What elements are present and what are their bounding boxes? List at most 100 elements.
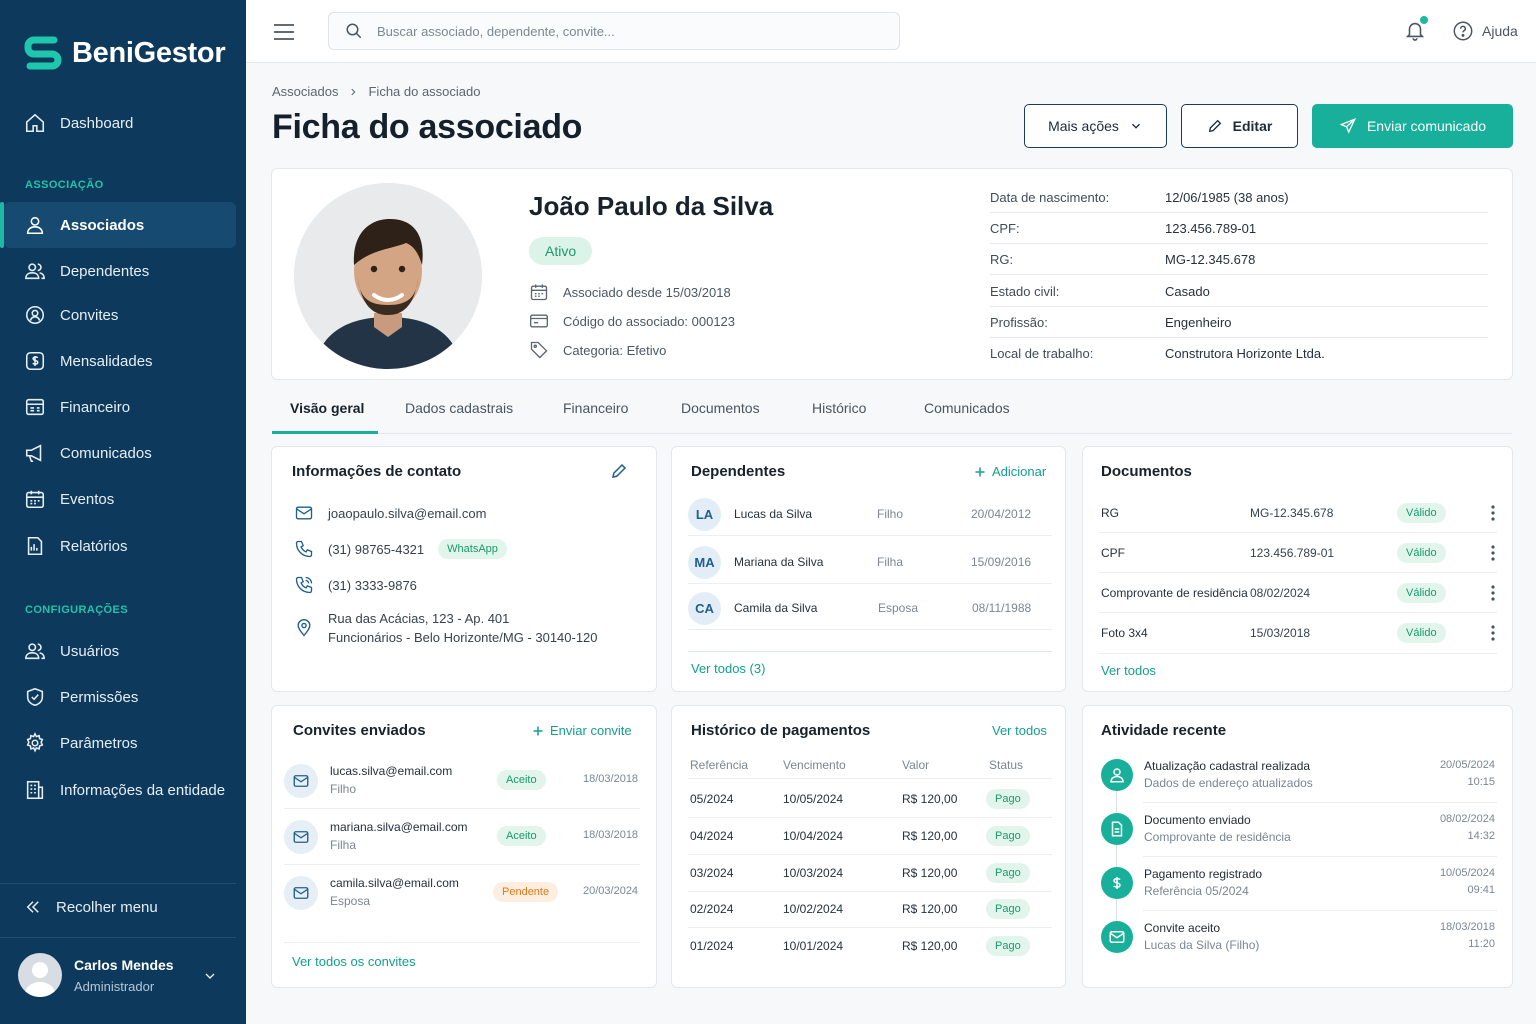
payment-reference: 04/2024 [690,829,734,843]
sidebar-item-financeiro[interactable]: Financeiro [4,384,236,430]
table-row: CPF 123.456.789-01 Válido [1101,537,1497,569]
payment-due: 10/04/2024 [783,829,844,843]
column-header-reference: Referência [690,758,749,772]
invite-relation: Esposa [330,894,371,908]
activity-time: 11:20 [1468,938,1495,950]
sidebar-item-relatorios[interactable]: Relatórios [4,523,236,569]
sidebar-item-comunicados[interactable]: Comunicados [4,430,236,476]
notifications-button[interactable] [1404,16,1428,42]
list-item: camila.silva@email.com Esposa Pendente 2… [284,874,644,914]
send-communication-button[interactable]: Enviar comunicado [1312,104,1513,148]
tab-dados-cadastrais[interactable]: Dados cadastrais [405,400,513,416]
sidebar-item-label: Dashboard [60,114,134,132]
contact-address: Rua das Acácias, 123 - Ap. 401 Funcionár… [294,609,598,647]
kebab-menu-icon[interactable] [1491,625,1495,641]
kebab-menu-icon[interactable] [1491,505,1495,521]
notification-dot [1420,16,1428,24]
send-invite-button[interactable]: Enviar convite [532,723,632,738]
tab-documentos[interactable]: Documentos [681,400,760,416]
activity-title: Atividade recente [1101,722,1227,739]
shield-icon [26,687,44,707]
user-name: Carlos Mendes [74,956,174,973]
kebab-menu-icon[interactable] [1491,545,1495,561]
user-icon [26,216,44,235]
detail-value: Engenheiro [1165,314,1232,330]
chevron-down-icon [205,973,215,979]
gear-icon [26,732,44,753]
payment-reference: 02/2024 [690,902,734,916]
list-item[interactable]: MA Mariana da Silva Filha 15/09/2016 [688,545,1052,579]
sidebar-item-dashboard[interactable]: Dashboard [4,100,236,146]
search-input[interactable] [377,23,857,39]
activity-subtitle: Referência 05/2024 [1144,884,1249,898]
see-all-invites-link[interactable]: Ver todos os convites [292,954,416,969]
section-label-assoc: ASSOCIAÇÃO [25,179,104,191]
edit-button[interactable]: Editar [1181,104,1298,148]
breadcrumb-link[interactable]: Associados [272,84,338,99]
payment-due: 10/03/2024 [783,866,844,880]
sidebar-item-permissoes[interactable]: Permissões [4,674,236,720]
sidebar-item-associados[interactable]: Associados [0,202,236,248]
payment-status-badge: Pago [986,789,1030,809]
detail-row-birth: Data de nascimento: 12/06/1985 (38 anos) [990,182,1488,213]
payments-panel: Histórico de pagamentos Ver todos Referê… [671,705,1066,988]
tab-visao-geral[interactable]: Visão geral [290,400,364,416]
more-actions-button[interactable]: Mais ações [1024,104,1167,148]
help-button[interactable]: Ajuda [1452,20,1518,42]
edit-contact-button[interactable] [610,462,628,480]
list-item: lucas.silva@email.com Filho Aceito 18/03… [284,762,644,802]
invite-relation: Filha [330,838,357,852]
sidebar-item-parametros[interactable]: Parâmetros [4,720,236,766]
invite-date: 18/03/2018 [583,773,639,785]
dependent-name: Camila da Silva [734,601,818,615]
profile-card: João Paulo da Silva Ativo Associado desd… [271,168,1513,380]
plus-icon [533,726,543,735]
detail-label: CPF: [990,220,1020,236]
contact-email: joaopaulo.silva@email.com [294,503,486,523]
sidebar-item-label: Parâmetros [60,734,138,752]
list-item[interactable]: CA Camila da Silva Esposa 08/11/1988 [688,591,1052,625]
tab-historico[interactable]: Histórico [812,400,866,416]
list-item[interactable]: LA Lucas da Silva Filho 20/04/2012 [688,497,1052,531]
activity-title-text: Convite aceito [1144,921,1221,935]
see-all-dependents-link[interactable]: Ver todos (3) [691,661,765,676]
profile-photo [294,183,482,369]
see-all-payments-link[interactable]: Ver todos [992,723,1047,738]
current-user-menu[interactable]: Carlos Mendes Administrador [18,952,228,998]
active-tab-indicator [272,431,378,434]
payment-due: 10/02/2024 [783,902,844,916]
sidebar-item-mensalidades[interactable]: Mensalidades [4,338,236,384]
tab-bar: Visão geral Dados cadastrais Financeiro … [272,386,1512,434]
tab-comunicados[interactable]: Comunicados [924,400,1010,416]
sidebar-item-convites[interactable]: Convites [4,292,236,338]
sidebar-item-entidade[interactable]: Informações da entidade [4,767,236,813]
menu-toggle-button[interactable] [272,20,296,44]
row-divider [1099,572,1497,573]
see-all-documents-link[interactable]: Ver todos [1101,663,1156,678]
kebab-menu-icon[interactable] [1491,585,1495,601]
plus-icon [975,467,985,476]
activity-time: 14:32 [1467,830,1495,842]
dependents-panel: Dependentes Adicionar LA Lucas da Silva … [671,446,1066,692]
users-icon [25,263,45,280]
row-divider [1143,856,1497,857]
sidebar-item-dependentes[interactable]: Dependentes [4,248,236,294]
contact-email-text[interactable]: joaopaulo.silva@email.com [328,506,486,521]
row-divider [688,651,1052,652]
list-item: Atualização cadastral realizada Dados de… [1101,757,1497,797]
activity-title-text: Atualização cadastral realizada [1144,759,1311,773]
add-dependent-button[interactable]: Adicionar [974,464,1046,479]
table-row: 05/2024 10/05/2024 R$ 120,00 Pago [690,786,1050,812]
activity-time: 10:15 [1467,776,1495,788]
payment-due: 10/01/2024 [783,939,844,953]
contact-address-line1: Rua das Acácias, 123 - Ap. 401 [328,611,510,626]
tab-financeiro[interactable]: Financeiro [563,400,628,416]
brand-logo[interactable]: BeniGestor [24,36,226,70]
sidebar-item-usuarios[interactable]: Usuários [4,628,236,674]
invite-icon [25,305,45,325]
sidebar-item-eventos[interactable]: Eventos [4,476,236,522]
column-header-due: Vencimento [783,758,846,772]
collapse-menu-button[interactable]: Recolher menu [24,898,158,916]
sidebar-item-label: Associados [60,216,145,234]
invite-email: camila.silva@email.com [330,876,459,890]
